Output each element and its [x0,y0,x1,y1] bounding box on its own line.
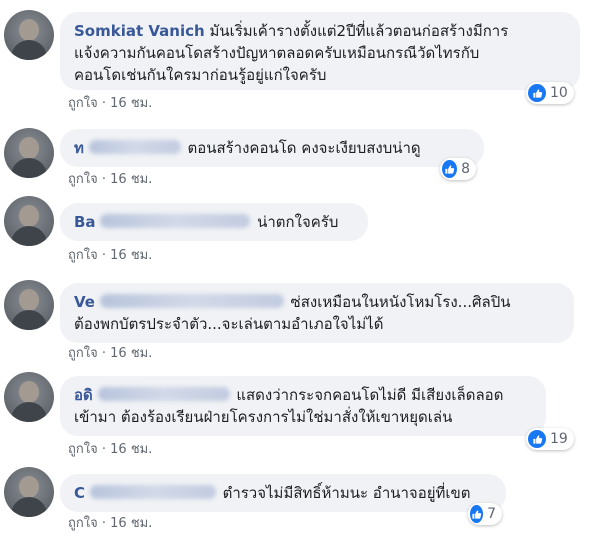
like-link[interactable]: ถูกใจ [68,516,98,531]
author-name[interactable]: Ba [74,213,96,231]
reaction-number: 8 [461,161,470,177]
comment-meta: ถูกใจ · 16 ชม. [68,96,152,112]
comment-bubble: Somkiat Vanich มันเริ่มเค้ารางตั้งแต่2ปี… [60,12,580,90]
reaction-count[interactable]: 8 [440,158,476,180]
comment-text: ตอนสร้างคอนโด คงจะเงียบสงบน่าดู [187,139,421,157]
like-icon [528,84,546,102]
reaction-number: 19 [550,431,568,447]
comment-meta: ถูกใจ · 16 ชม. [68,172,152,188]
separator: · [101,248,106,263]
comment-text: ต้องพกบัตรประจำตัว...จะเล่นตามอำเภอใจไม่… [74,315,384,333]
reaction-count[interactable]: 7 [468,503,502,525]
timestamp[interactable]: 16 ชม. [110,172,152,187]
redacted-name [99,294,284,308]
author-name[interactable]: Somkiat Vanich [74,22,205,40]
author-name[interactable]: ท [74,139,84,157]
timestamp[interactable]: 16 ชม. [110,516,152,531]
author-name[interactable]: Ve [74,293,95,311]
author-name[interactable]: อดิ [74,386,93,404]
reaction-number: 10 [550,85,568,101]
separator: · [101,96,106,111]
like-link[interactable]: ถูกใจ [68,346,98,361]
like-link[interactable]: ถูกใจ [68,442,98,457]
like-icon [442,160,458,178]
comment-meta: ถูกใจ · 16 ชม. [68,346,152,362]
like-icon [470,505,484,523]
comment-text: ตำรวจไม่มีสิทธิ์ห้ามนะ อำนาจอยู่ที่เขต [222,484,471,502]
redacted-name [100,214,251,228]
comment-meta: ถูกใจ · 16 ชม. [68,248,152,264]
reaction-number: 7 [487,506,496,522]
author-name[interactable]: C [74,484,85,502]
timestamp[interactable]: 16 ชม. [110,442,152,457]
like-link[interactable]: ถูกใจ [68,172,98,187]
separator: · [101,346,106,361]
comment-text: แจ้งความกันคอนโดสร้างปัญหาตลอดครับเหมือน… [74,44,480,62]
comment-text: น่าตกใจครับ [257,213,339,231]
avatar[interactable] [4,280,54,330]
separator: · [101,516,106,531]
like-link[interactable]: ถูกใจ [68,248,98,263]
avatar[interactable] [4,372,54,422]
comment-meta: ถูกใจ · 16 ชม. [68,516,152,532]
avatar[interactable] [4,128,54,178]
comment-bubble: Ba น่าตกใจครับ [60,203,368,241]
reaction-count[interactable]: 19 [526,428,574,450]
comment-bubble: อดิ แสดงว่ากระจกคอนโดไม่ดี มีเสียงเล็ดลอ… [60,376,546,436]
reaction-count[interactable]: 10 [526,82,574,104]
timestamp[interactable]: 16 ชม. [110,248,152,263]
like-link[interactable]: ถูกใจ [68,96,98,111]
avatar[interactable] [4,196,54,246]
comment-bubble: Ve ซ่สงเหมือนในหนังโหมโรง...ศิลปิน ต้องพ… [60,283,574,343]
comment-text: มันเริ่มเค้ารางตั้งแต่2ปีที่แล้วตอนก่อสร… [209,22,509,40]
comment-text: แสดงว่ากระจกคอนโดไม่ดี มีเสียงเล็ดลอด [236,386,504,404]
comment-text: คอนโดเช่นกันใครมาก่อนรู้อยู่แก่ใจครับ [74,66,327,84]
comment-bubble: C ตำรวจไม่มีสิทธิ์ห้ามนะ อำนาจอยู่ที่เขต [60,474,506,512]
separator: · [101,442,106,457]
comment-meta: ถูกใจ · 16 ชม. [68,442,152,458]
redacted-name [97,387,230,401]
redacted-name [88,140,181,154]
like-icon [528,430,546,448]
comment-text: เข้ามา ต้องร้องเรียนฝ่ายโครงการไม่ใช่มาส… [74,408,453,426]
avatar[interactable] [4,467,54,517]
redacted-name [89,485,216,499]
timestamp[interactable]: 16 ชม. [110,346,152,361]
comment-text: ซ่สงเหมือนในหนังโหมโรง...ศิลปิน [290,293,511,311]
separator: · [101,172,106,187]
comment-bubble: ท ตอนสร้างคอนโด คงจะเงียบสงบน่าดู [60,129,484,167]
timestamp[interactable]: 16 ชม. [110,96,152,111]
avatar[interactable] [4,10,54,60]
